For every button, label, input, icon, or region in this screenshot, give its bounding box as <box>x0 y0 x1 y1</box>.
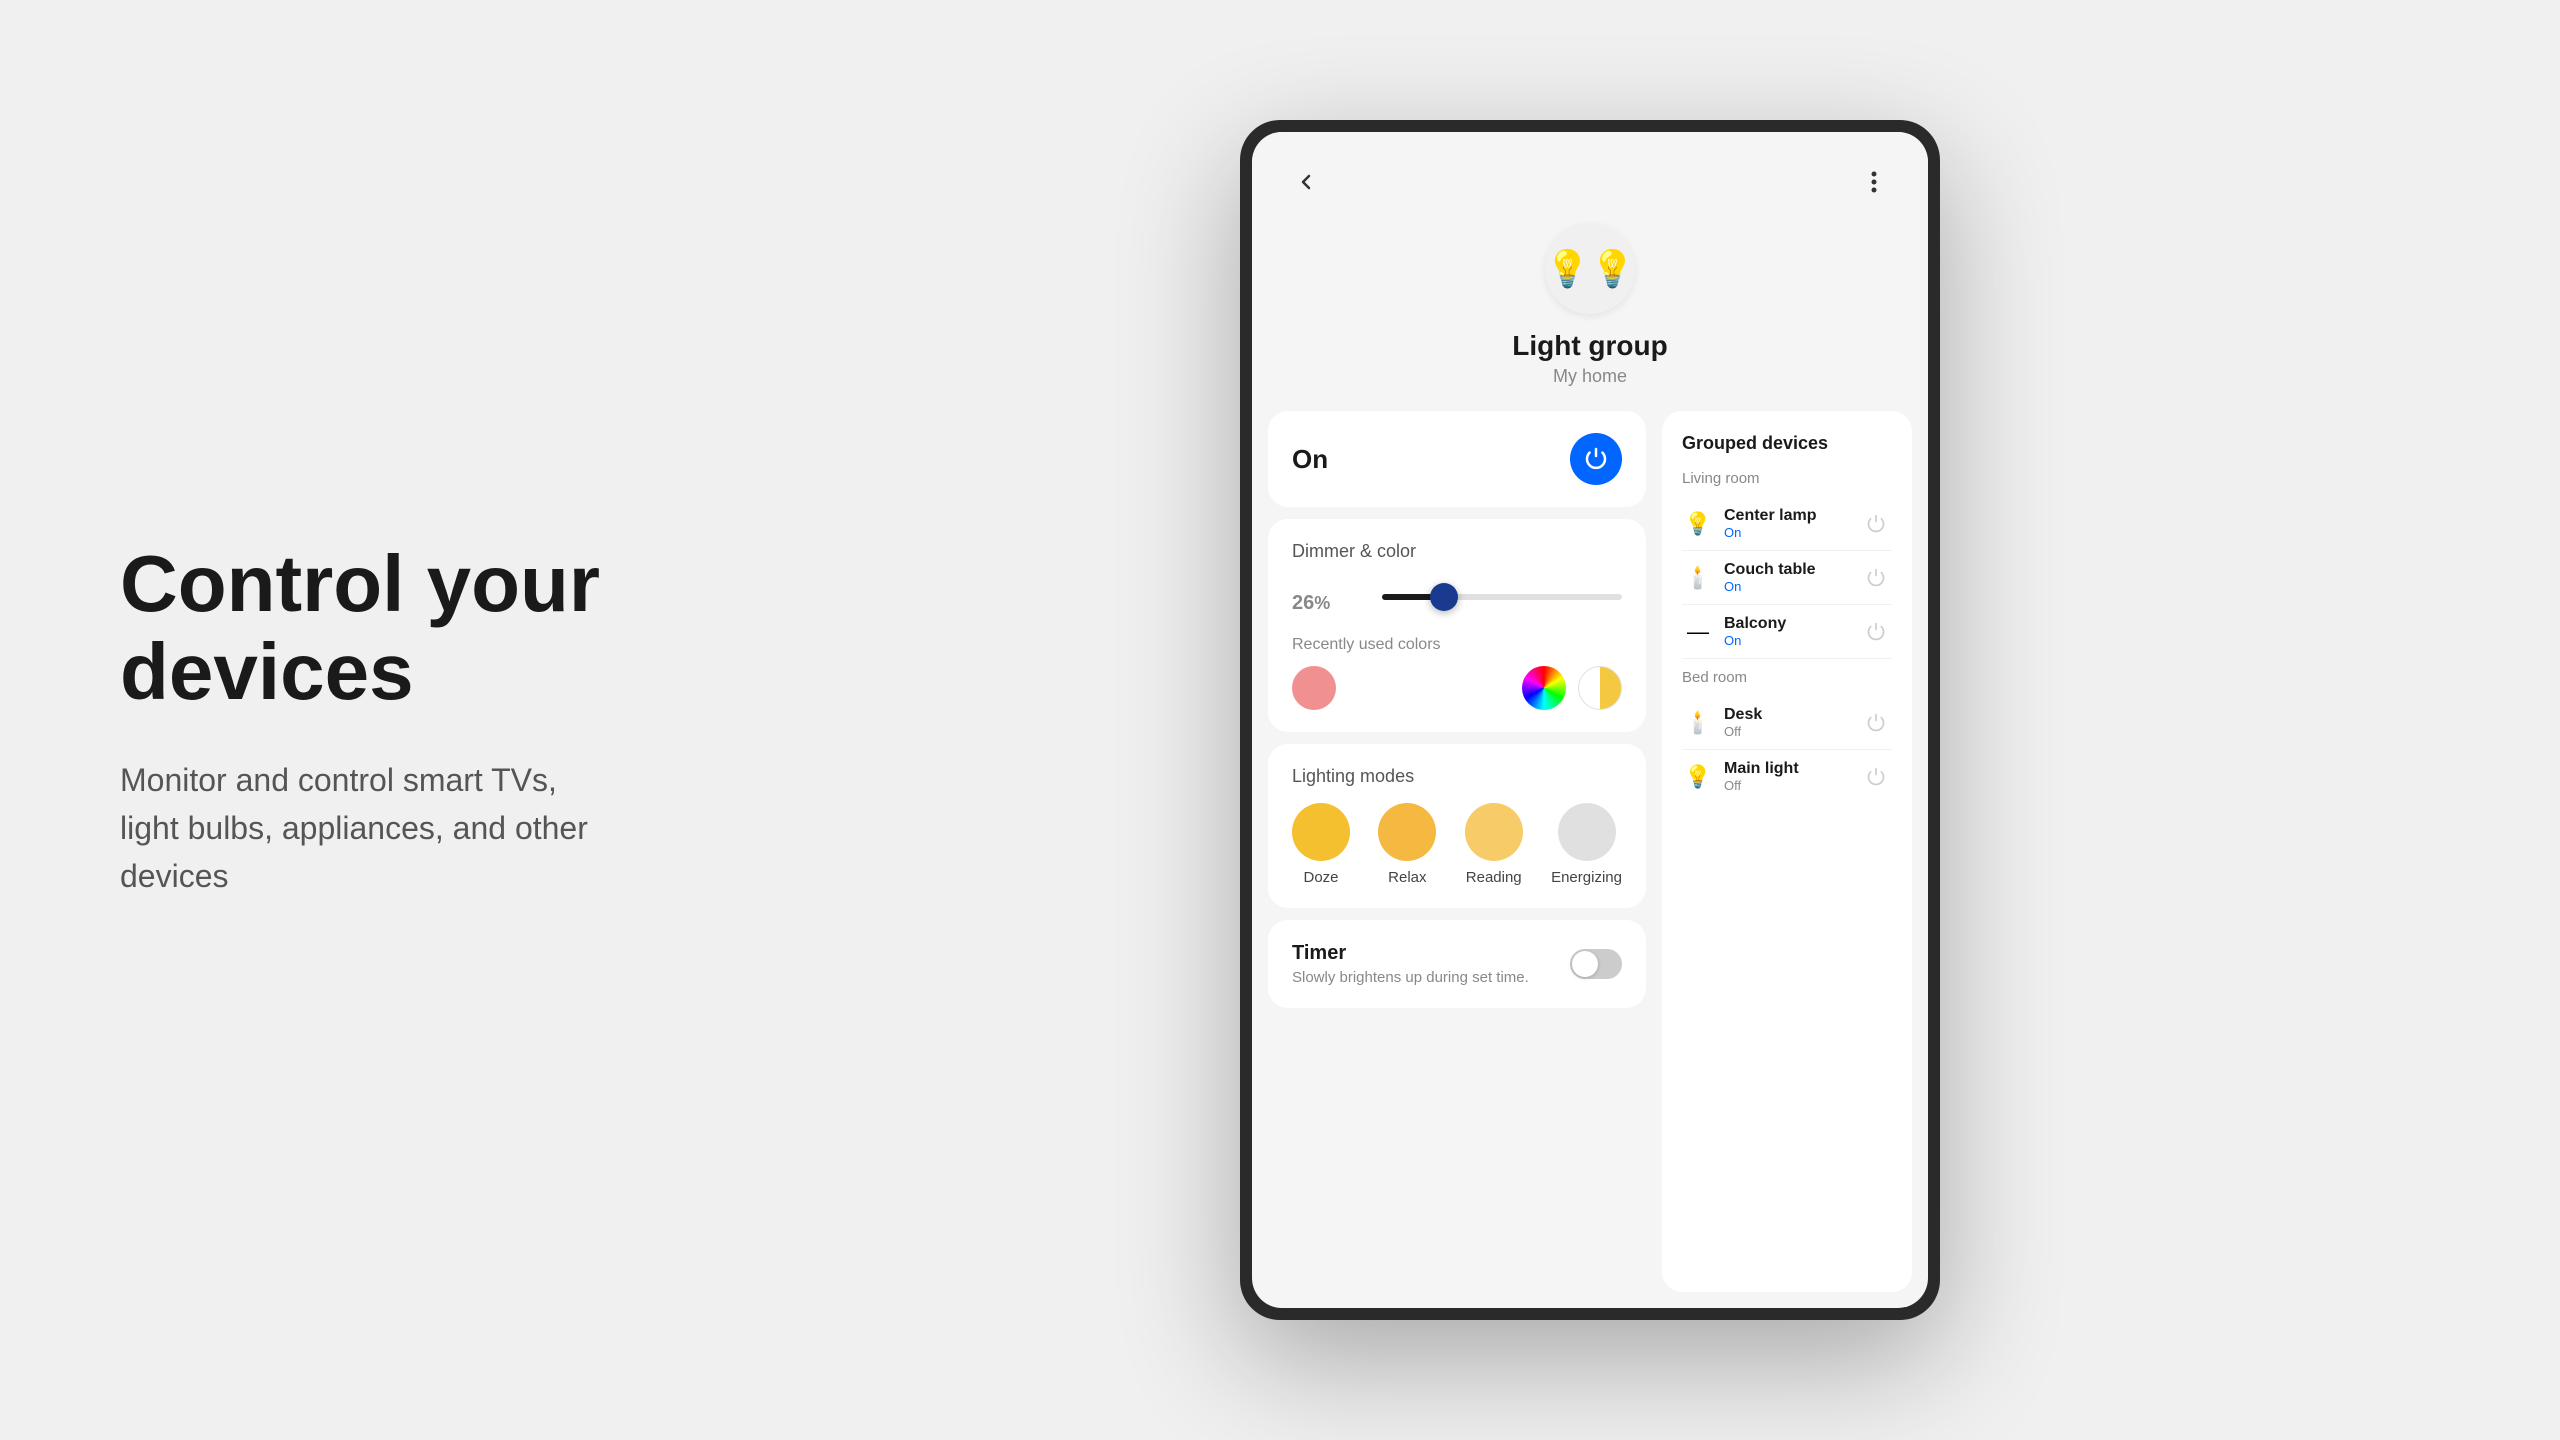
colors-title: Recently used colors <box>1292 636 1622 654</box>
left-panel: Control your devices Monitor and control… <box>0 540 620 900</box>
desk-power-btn[interactable] <box>1860 707 1892 739</box>
modes-row: Doze Relax Reading <box>1292 803 1622 886</box>
desk-info: Desk Off <box>1724 706 1850 739</box>
power-card: On <box>1268 411 1646 507</box>
main-light-status: Off <box>1724 778 1850 793</box>
desk-status: Off <box>1724 724 1850 739</box>
device-name: Light group <box>1512 330 1668 362</box>
headline-line1: Control your <box>120 539 600 628</box>
mode-relax-label: Relax <box>1388 869 1426 886</box>
control-panel: On Dimmer & color 26 <box>1268 411 1646 1292</box>
room-label-living: Living room <box>1682 470 1892 487</box>
modes-title: Lighting modes <box>1292 766 1622 787</box>
mode-reading-circle <box>1465 803 1523 861</box>
mode-doze-circle <box>1292 803 1350 861</box>
mode-relax[interactable]: Relax <box>1378 803 1436 886</box>
couch-table-info: Couch table On <box>1724 561 1850 594</box>
color-swatches <box>1292 666 1622 710</box>
device-header: 💡💡 Light group My home <box>1252 204 1928 411</box>
balcony-info: Balcony On <box>1724 615 1850 648</box>
more-button[interactable] <box>1852 160 1896 204</box>
mode-doze[interactable]: Doze <box>1292 803 1350 886</box>
dimmer-row: 26% <box>1292 576 1622 618</box>
headline-line2: devices <box>120 627 414 716</box>
main-light-info: Main light Off <box>1724 760 1850 793</box>
color-half-swatch[interactable] <box>1578 666 1622 710</box>
balcony-icon: — <box>1682 619 1714 645</box>
dimmer-title: Dimmer & color <box>1292 541 1622 562</box>
device-row-main-light: 💡 Main light Off <box>1682 750 1892 803</box>
center-lamp-name: Center lamp <box>1724 507 1850 525</box>
mode-reading-label: Reading <box>1466 869 1522 886</box>
back-button[interactable] <box>1284 160 1328 204</box>
couch-table-icon: 🕯️ <box>1682 565 1714 591</box>
device-row-center-lamp: 💡 Center lamp On <box>1682 497 1892 551</box>
slider-thumb[interactable] <box>1430 583 1458 611</box>
mode-energizing-circle <box>1558 803 1616 861</box>
balcony-status: On <box>1724 633 1850 648</box>
brightness-slider[interactable] <box>1382 594 1622 600</box>
timer-description: Slowly brightens up during set time. <box>1292 969 1529 986</box>
balcony-power-btn[interactable] <box>1860 616 1892 648</box>
color-swatch-pink[interactable] <box>1292 666 1336 710</box>
mode-energizing[interactable]: Energizing <box>1551 803 1622 886</box>
desk-icon: 🕯️ <box>1682 710 1714 736</box>
desk-name: Desk <box>1724 706 1850 724</box>
couch-table-name: Couch table <box>1724 561 1850 579</box>
couch-table-status: On <box>1724 579 1850 594</box>
timer-toggle[interactable] <box>1570 949 1622 979</box>
tablet-device: 💡💡 Light group My home On <box>1240 120 1940 1320</box>
colors-section: Recently used colors <box>1292 636 1622 710</box>
mode-doze-label: Doze <box>1303 869 1338 886</box>
device-row-couch-table: 🕯️ Couch table On <box>1682 551 1892 605</box>
mode-relax-circle <box>1378 803 1436 861</box>
main-light-power-btn[interactable] <box>1860 761 1892 793</box>
mode-reading[interactable]: Reading <box>1465 803 1523 886</box>
power-button[interactable] <box>1570 433 1622 485</box>
dimmer-value: 26% <box>1292 576 1362 618</box>
device-location: My home <box>1553 366 1627 387</box>
description: Monitor and control smart TVs, light bul… <box>120 756 600 900</box>
device-icon: 💡💡 <box>1545 224 1635 314</box>
app-body: On Dimmer & color 26 <box>1252 411 1928 1308</box>
balcony-name: Balcony <box>1724 615 1850 633</box>
right-panel: 💡💡 Light group My home On <box>620 120 2560 1320</box>
timer-title: Timer <box>1292 942 1529 965</box>
grouped-title: Grouped devices <box>1682 433 1892 454</box>
timer-card: Timer Slowly brightens up during set tim… <box>1268 920 1646 1008</box>
room-label-bedroom: Bed room <box>1682 669 1892 686</box>
device-row-desk: 🕯️ Desk Off <box>1682 696 1892 750</box>
dimmer-card: Dimmer & color 26% Rece <box>1268 519 1646 732</box>
center-lamp-info: Center lamp On <box>1724 507 1850 540</box>
device-row-balcony: — Balcony On <box>1682 605 1892 659</box>
main-light-name: Main light <box>1724 760 1850 778</box>
app-header <box>1252 132 1928 204</box>
color-wheel-swatch[interactable] <box>1522 666 1566 710</box>
modes-card: Lighting modes Doze Relax <box>1268 744 1646 908</box>
couch-table-power-btn[interactable] <box>1860 562 1892 594</box>
center-lamp-icon: 💡 <box>1682 511 1714 537</box>
center-lamp-status: On <box>1724 525 1850 540</box>
toggle-thumb <box>1572 951 1598 977</box>
main-light-icon: 💡 <box>1682 764 1714 790</box>
power-status: On <box>1292 444 1328 475</box>
timer-info: Timer Slowly brightens up during set tim… <box>1292 942 1529 986</box>
tablet-screen: 💡💡 Light group My home On <box>1252 132 1928 1308</box>
grouped-panel: Grouped devices Living room 💡 Center lam… <box>1662 411 1912 1292</box>
center-lamp-power-btn[interactable] <box>1860 508 1892 540</box>
mode-energizing-label: Energizing <box>1551 869 1622 886</box>
